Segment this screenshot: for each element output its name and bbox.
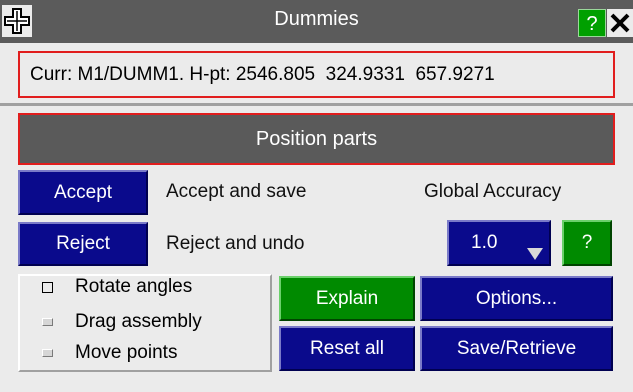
radio-unselected-icon [42,318,53,326]
accuracy-help-button[interactable]: ? [562,220,612,266]
mode-label: Rotate angles [75,276,193,297]
position-parts-button[interactable]: Position parts [18,113,615,165]
close-x-icon[interactable] [607,9,633,37]
explain-button[interactable]: Explain [279,276,415,321]
global-accuracy-label: Global Accuracy [424,181,562,202]
dropdown-arrow-icon [527,248,543,260]
reject-button[interactable]: Reject [18,222,148,266]
reject-description: Reject and undo [166,233,305,254]
radio-unselected-icon [42,349,53,357]
window-title: Dummies [274,8,359,30]
mode-label: Move points [75,342,178,363]
mode-drag-assembly[interactable]: Drag assembly [42,311,202,333]
reset-all-button[interactable]: Reset all [279,326,415,371]
mode-rotate-angles[interactable]: Rotate angles [42,276,192,298]
options-button[interactable]: Options... [420,276,613,321]
accuracy-value: 1.0 [471,232,498,253]
accept-description: Accept and save [166,181,307,202]
current-position-readout: Curr: M1/DUMM1. H-pt: 2546.805 324.9331 … [18,51,615,98]
accept-button[interactable]: Accept [18,170,148,215]
help-button[interactable]: ? [578,9,606,37]
save-retrieve-button[interactable]: Save/Retrieve [420,326,613,371]
mode-move-points[interactable]: Move points [42,342,177,364]
title-bar: Dummies ? [0,0,633,43]
radio-selected-icon [42,281,53,293]
mode-label: Drag assembly [75,311,202,332]
accuracy-dropdown[interactable]: 1.0 [447,220,551,266]
divider [0,103,633,106]
